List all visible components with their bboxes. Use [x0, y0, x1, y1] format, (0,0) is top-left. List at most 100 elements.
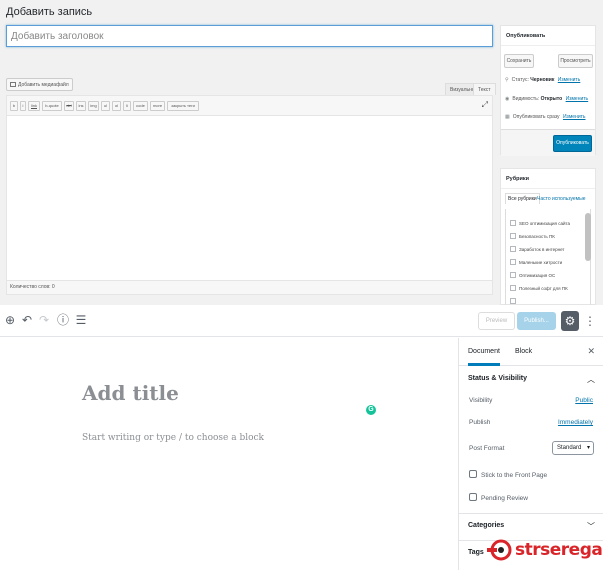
pin-icon: ⚲ [505, 77, 509, 83]
undo-icon[interactable]: ↶ [20, 313, 34, 327]
qt-ol-button[interactable]: ol [112, 101, 121, 111]
categories-heading[interactable]: Categories [468, 522, 504, 529]
watermark-text: strserega [515, 540, 603, 560]
settings-gear-icon[interactable]: ⚙ [561, 311, 579, 331]
publish-label: Publish [469, 419, 491, 426]
categories-scrollbar[interactable] [585, 213, 591, 261]
tab-popular-categories[interactable]: Часто используемые [537, 196, 585, 202]
redo-icon[interactable]: ↷ [37, 313, 51, 327]
classic-editor: Добавить запись Добавить заголовок Добав… [0, 0, 603, 306]
calendar-icon: ▦ [505, 114, 510, 120]
status-row: ⚲ Статус: Черновик Изменить [505, 77, 581, 83]
status-value: Черновик [530, 77, 555, 83]
visibility-value: Открыто [540, 96, 563, 102]
qt-link-button[interactable]: link [28, 101, 40, 111]
publish-box: Опубликовать Сохранить Просмотреть ⚲ Стат… [500, 25, 596, 156]
qt-more-button[interactable]: more [150, 101, 165, 111]
qt-code-button[interactable]: code [133, 101, 148, 111]
watermark-emblem-icon [487, 539, 512, 561]
visibility-toggle[interactable]: Public [575, 397, 593, 404]
default-block-appender[interactable]: Start writing or type / to choose a bloc… [82, 433, 264, 443]
block-navigation-icon[interactable]: ☰ [74, 313, 88, 327]
visibility-label: Visibility [469, 397, 493, 404]
qt-bquote-button[interactable]: b-quote [42, 101, 62, 111]
quicktags-toolbar: b i link b-quote del ins img ul ol li co… [7, 96, 492, 116]
status-visibility-heading[interactable]: Status & Visibility [468, 375, 527, 382]
publish-button[interactable]: Опубликовать [553, 135, 592, 152]
post-format-select[interactable]: Standard ▾ [552, 441, 594, 455]
qt-img-button[interactable]: img [88, 101, 99, 111]
publish-box-footer: Опубликовать [501, 129, 595, 156]
more-options-icon[interactable]: ⋮ [584, 311, 596, 331]
settings-sidebar: Document Block ✕ Status & Visibility ︿ V… [458, 338, 603, 570]
word-count: Количество слов: 0 [7, 280, 492, 294]
categories-list: SEO оптимизация сайта Безопасность ПК За… [505, 209, 591, 306]
qt-bold-button[interactable]: b [10, 101, 18, 111]
grammarly-icon[interactable]: G [366, 405, 376, 415]
schedule-row: ▦ Опубликовать сразу Изменить [505, 114, 586, 120]
category-item[interactable]: Безопасность ПК [510, 233, 555, 239]
divider [459, 513, 603, 514]
info-icon[interactable]: ⓘ [56, 313, 70, 327]
category-item[interactable]: Полезный софт для ПК [510, 285, 568, 291]
publish-button[interactable]: Publish... [517, 312, 556, 330]
qt-ul-button[interactable]: ul [101, 101, 110, 111]
eye-icon: ◉ [505, 96, 510, 102]
publish-date-toggle[interactable]: Immediately [558, 419, 593, 426]
fullscreen-icon[interactable]: ⤢ [482, 101, 488, 109]
category-item[interactable]: SEO оптимизация сайта [510, 220, 570, 226]
pending-review-checkbox[interactable]: Pending Review [469, 493, 528, 502]
category-item[interactable]: Оптимизация ОС [510, 272, 555, 278]
category-item[interactable]: Маленькие хитрости [510, 259, 562, 265]
categories-box: Рубрики Все рубрики Часто используемые S… [500, 168, 596, 306]
category-item[interactable] [510, 298, 519, 304]
qt-close-tags-button[interactable]: закрыть теги [167, 101, 199, 111]
edit-status-link[interactable]: Изменить [558, 77, 581, 83]
save-draft-button[interactable]: Сохранить [504, 54, 534, 68]
qt-italic-button[interactable]: i [20, 101, 26, 111]
tab-text[interactable]: Текст [473, 83, 496, 95]
title-input[interactable]: Добавить заголовок [6, 25, 493, 47]
qt-ins-button[interactable]: ins [76, 101, 86, 111]
watermark-logo: strserega [487, 538, 603, 564]
block-editor-toolbar: ⊕ ↶ ↷ ⓘ ☰ Preview Publish... ⚙ ⋮ [0, 305, 603, 337]
sticky-checkbox[interactable]: Stick to the Front Page [469, 470, 547, 479]
category-checkbox[interactable] [510, 298, 516, 304]
text-editor[interactable]: b i link b-quote del ins img ul ol li co… [6, 95, 493, 295]
page-title: Добавить запись [6, 6, 93, 18]
chevron-down-icon[interactable]: ﹀ [587, 521, 595, 532]
category-checkbox[interactable] [510, 259, 516, 265]
qt-li-button[interactable]: li [123, 101, 131, 111]
add-media-button[interactable]: Добавить медиафайл [6, 78, 73, 91]
category-checkbox[interactable] [510, 220, 516, 226]
edit-visibility-link[interactable]: Изменить [566, 96, 589, 102]
media-icon [10, 82, 16, 87]
category-checkbox[interactable] [510, 246, 516, 252]
post-format-label: Post Format [469, 445, 505, 452]
chevron-up-icon[interactable]: ︿ [587, 374, 595, 385]
tags-heading[interactable]: Tags [468, 549, 484, 556]
add-block-icon[interactable]: ⊕ [3, 313, 17, 327]
preview-button[interactable]: Preview [478, 312, 515, 330]
add-media-label: Добавить медиафайл [18, 82, 69, 88]
category-item[interactable]: Заработок в интернет [510, 246, 565, 252]
category-checkbox[interactable] [510, 233, 516, 239]
tab-document[interactable]: Document [468, 338, 500, 366]
chevron-down-icon: ▾ [586, 445, 590, 451]
visibility-row: ◉ Видимость: Открыто Изменить [505, 96, 589, 102]
category-checkbox[interactable] [510, 272, 516, 278]
qt-del-button[interactable]: del [64, 101, 74, 111]
categories-box-heading: Рубрики [501, 169, 595, 189]
post-title-input[interactable]: Add title [82, 381, 179, 405]
edit-schedule-link[interactable]: Изменить [563, 114, 586, 120]
sidebar-tabs: Document Block ✕ [459, 338, 603, 366]
tab-all-categories[interactable]: Все рубрики [505, 193, 540, 204]
tab-block[interactable]: Block [515, 338, 532, 366]
checkbox-box[interactable] [469, 493, 477, 501]
preview-button[interactable]: Просмотреть [558, 54, 593, 68]
publish-box-heading: Опубликовать [501, 26, 595, 46]
close-icon[interactable]: ✕ [587, 346, 595, 356]
category-checkbox[interactable] [510, 285, 516, 291]
block-editor-canvas: Add title Start writing or type / to cho… [0, 338, 458, 570]
checkbox-box[interactable] [469, 470, 477, 478]
